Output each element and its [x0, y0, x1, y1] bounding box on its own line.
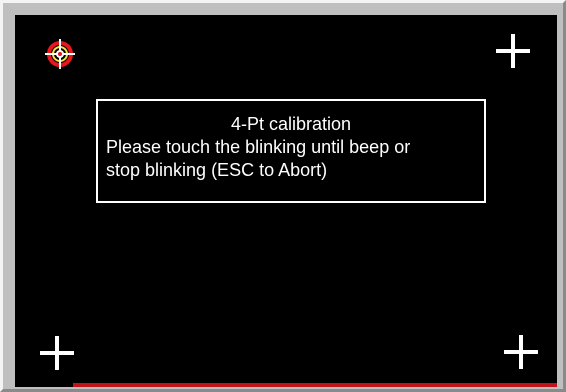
crosshair-icon [40, 336, 74, 370]
crosshair-target-icon [45, 39, 75, 69]
instruction-box: 4-Pt calibration Please touch the blinki… [96, 99, 486, 203]
calibration-target-top-right[interactable] [493, 31, 533, 71]
calibration-target-top-left[interactable] [40, 34, 80, 74]
calibration-title: 4-Pt calibration [230, 114, 352, 134]
instruction-text-line-1: Please touch the blinking until beep or [106, 137, 411, 157]
crosshair-icon [504, 335, 538, 369]
calibration-window: 4-Pt calibration Please touch the blinki… [0, 0, 566, 392]
calibration-target-bottom-right[interactable] [501, 332, 541, 372]
calibration-target-bottom-left[interactable] [37, 333, 77, 373]
instruction-text-line-2: stop blinking (ESC to Abort) [106, 160, 328, 180]
timeout-progress-bar [73, 383, 557, 387]
calibration-screen[interactable]: 4-Pt calibration Please touch the blinki… [15, 15, 557, 387]
crosshair-icon [496, 34, 530, 68]
